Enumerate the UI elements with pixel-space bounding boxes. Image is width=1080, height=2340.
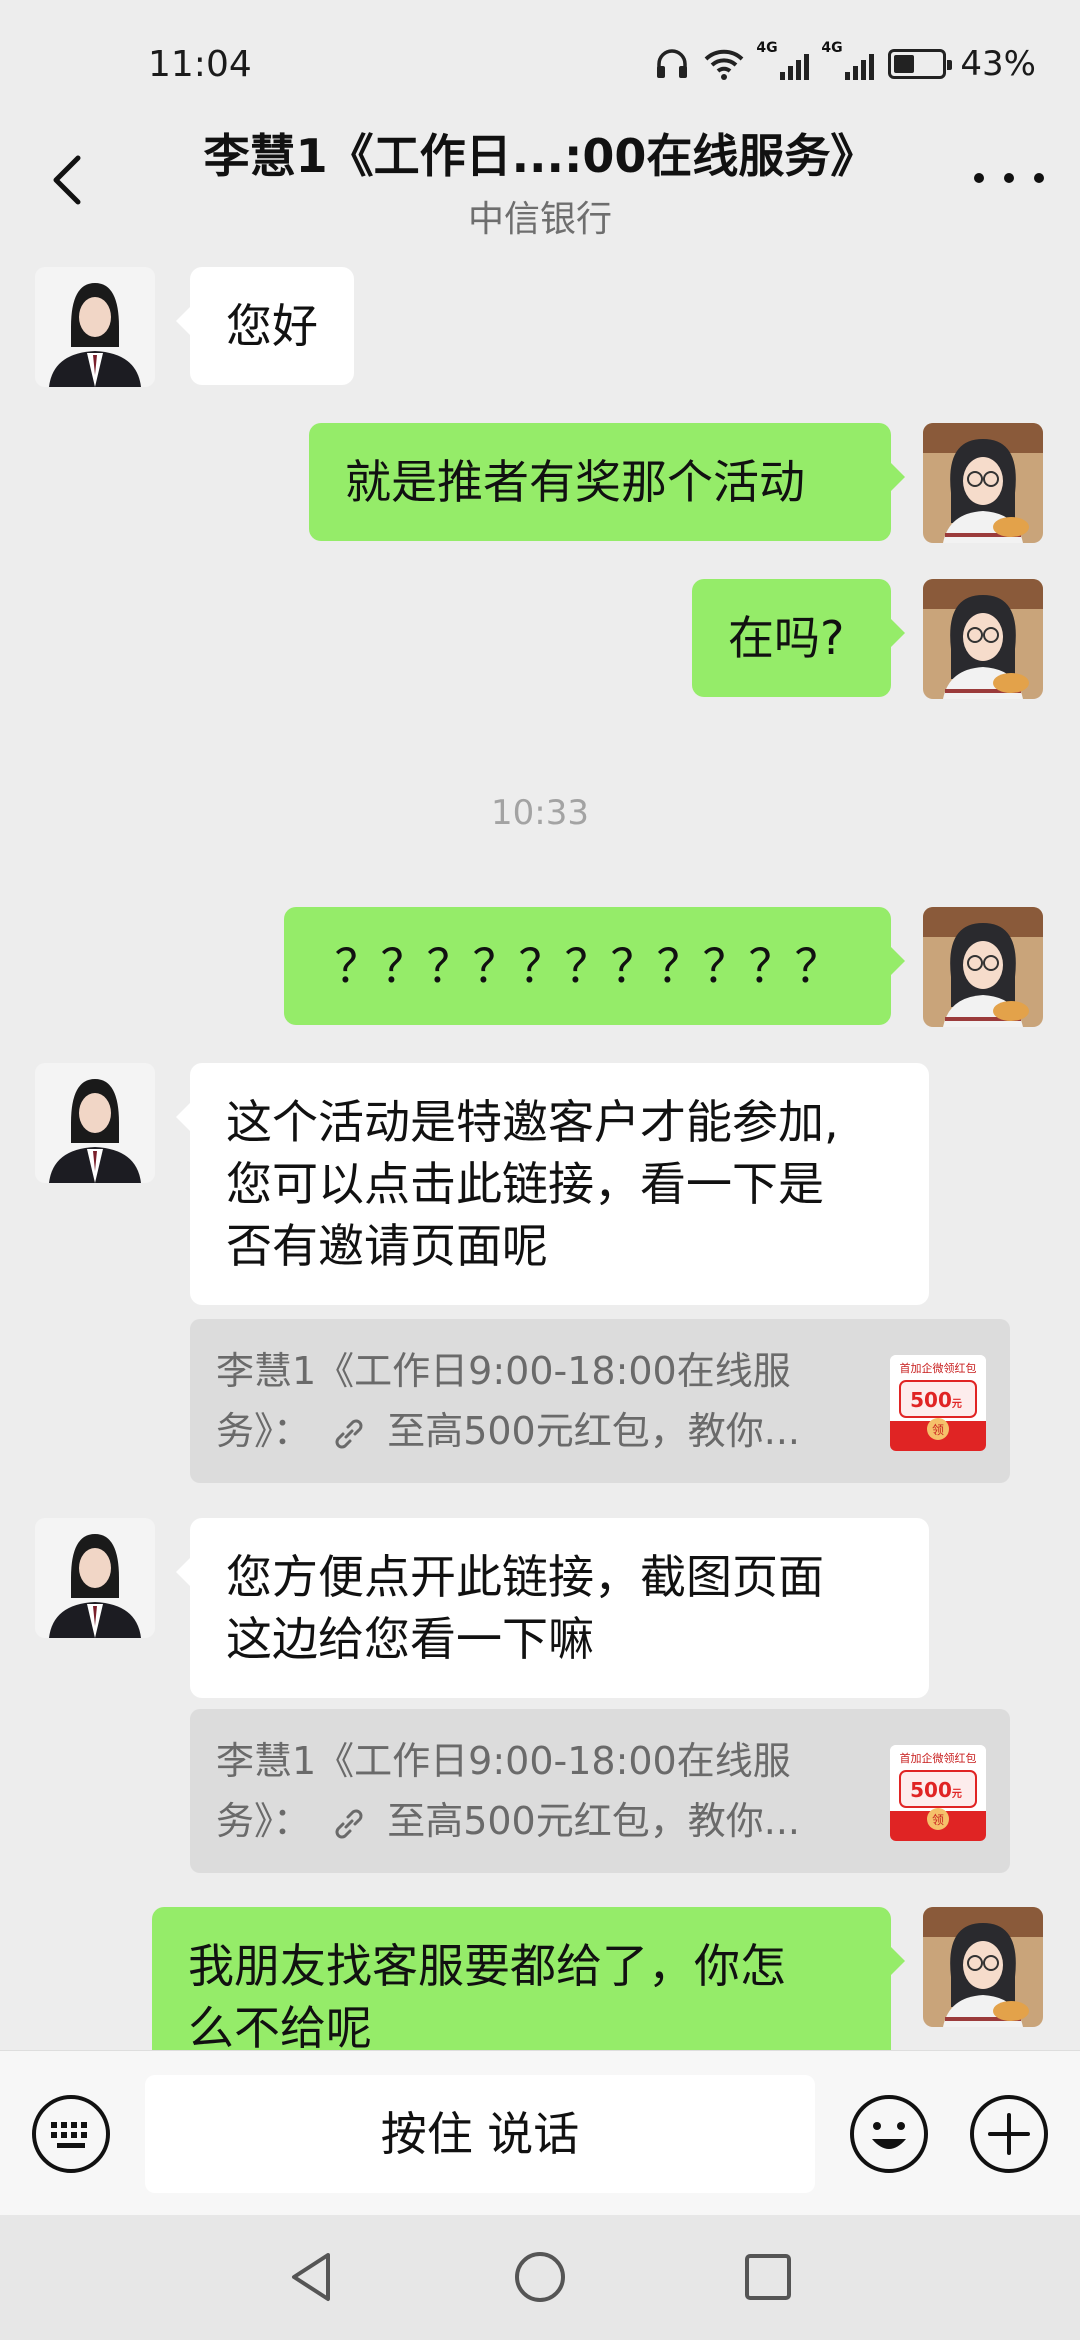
status-icons: 4G 4G 43% <box>654 40 1036 84</box>
more-options-icon[interactable] <box>974 158 1044 198</box>
message-timestamp: 10:33 <box>491 793 589 833</box>
svg-text:首加企微领红包: 首加企微领红包 <box>900 1751 977 1765</box>
user-avatar[interactable] <box>923 1907 1043 2027</box>
link-icon <box>335 1419 363 1448</box>
link-icon <box>335 1809 363 1838</box>
nav-home-icon[interactable] <box>508 2245 572 2309</box>
redpacket-thumbnail: 首加企微领红包 500元 领 <box>890 1355 986 1451</box>
incoming-message[interactable]: 这个活动是特邀客户才能参加, 您可以点击此链接，看一下是 否有邀请页面呢 <box>176 1063 929 1305</box>
incoming-message[interactable]: 您方便点开此链接，截图页面 这边给您看一下嘛 <box>176 1518 929 1698</box>
outgoing-message[interactable]: ？？？？？？？？？？？ <box>284 907 905 1025</box>
nav-recents-icon[interactable] <box>736 2245 800 2309</box>
incoming-message[interactable]: 您好 <box>176 267 354 385</box>
plus-icon[interactable] <box>968 2093 1050 2175</box>
emoji-icon[interactable] <box>848 2093 930 2175</box>
svg-text:领: 领 <box>932 1423 944 1437</box>
signal-icon-2: 4G <box>821 40 875 80</box>
redpacket-thumbnail: 首加企微领红包 500元 领 <box>890 1745 986 1841</box>
quoted-link-card[interactable]: 李慧1《工作日9:00-18:00在线服 务》： 至高500元红包，教你... … <box>190 1709 1010 1873</box>
system-nav-bar <box>0 2215 1080 2340</box>
outgoing-message[interactable]: 就是推者有奖那个活动 <box>309 423 905 541</box>
hold-to-talk-button[interactable]: 按住 说话 <box>145 2075 815 2193</box>
outgoing-message[interactable]: 在吗? <box>692 579 905 697</box>
agent-avatar[interactable] <box>35 1518 155 1638</box>
battery-icon <box>888 49 953 79</box>
back-arrow-icon[interactable] <box>40 150 100 210</box>
message-list[interactable]: 您好 就是推者有奖那个活动 在吗? 10:33 ？？？？？？？？？？？ 这个活动… <box>0 250 1080 2050</box>
agent-avatar[interactable] <box>35 267 155 387</box>
quoted-link-card[interactable]: 李慧1《工作日9:00-18:00在线服 务》： 至高500元红包，教你... … <box>190 1319 1010 1483</box>
user-avatar[interactable] <box>923 579 1043 699</box>
headphones-icon <box>657 49 688 78</box>
agent-avatar[interactable] <box>35 1063 155 1183</box>
nav-back-icon[interactable] <box>280 2245 344 2309</box>
user-avatar[interactable] <box>923 423 1043 543</box>
outgoing-message[interactable]: 我朋友找客服要都给了，你怎 么不给呢 <box>152 1907 905 2050</box>
chat-header: 李慧1《工作日...:00在线服务》 中信银行 <box>0 110 1080 250</box>
keyboard-icon[interactable] <box>30 2093 112 2175</box>
signal-icon-1: 4G <box>756 40 810 80</box>
input-bar: 按住 说话 <box>0 2050 1080 2215</box>
wifi-icon <box>705 49 744 80</box>
user-avatar[interactable] <box>923 907 1043 1027</box>
chat-subtitle: 中信银行 <box>467 199 612 240</box>
status-time: 11:04 <box>148 44 252 85</box>
svg-text:首加企微领红包: 首加企微领红包 <box>900 1361 977 1375</box>
svg-text:领: 领 <box>932 1813 944 1827</box>
chat-title: 李慧1《工作日...:00在线服务》 <box>203 129 877 183</box>
battery-percent: 43% <box>960 44 1036 84</box>
